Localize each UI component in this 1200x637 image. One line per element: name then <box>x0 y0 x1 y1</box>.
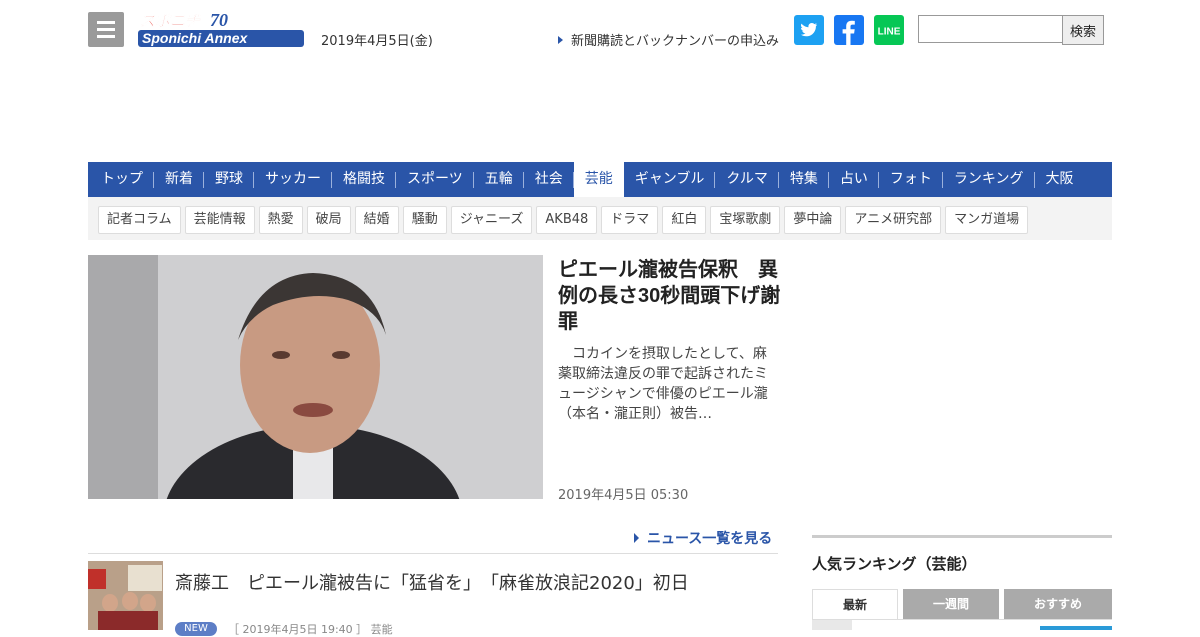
list-item-title[interactable]: 斎藤工 ピエール瀧被告に「猛省を」 「麻雀放浪記2020」初日 <box>175 569 689 595</box>
line-icon: LINE <box>878 27 901 38</box>
main-nav-list: トップ 新着 野球 サッカー 格闘技 スポーツ 五輪 社会 芸能 ギャンブル クルマ 特集 占い フォトラ… <box>88 162 1112 197</box>
nav-item[interactable]: 特集 <box>779 162 829 197</box>
menu-icon-bar <box>97 28 115 31</box>
feature-date: 2019年4月5日 05:30 <box>558 488 689 503</box>
subscribe-link[interactable]: 新聞購読とバックナンバーの申込み <box>558 30 779 49</box>
subnav-item[interactable]: 騒動 <box>402 206 447 234</box>
nav-item[interactable]: 五輪 <box>474 162 524 197</box>
subnav-item[interactable]: 宝塚歌劇 <box>710 206 781 234</box>
subnav-item[interactable]: 夢中論 <box>784 206 842 234</box>
ranking-item-thumbnail[interactable] <box>1040 626 1112 630</box>
nav-item[interactable]: 大阪 <box>1035 162 1085 197</box>
nav-item[interactable]: クルマ <box>715 162 779 197</box>
nav-item[interactable]: 芸能 <box>573 162 624 197</box>
feature-summary: コカインを摂取したとして、麻薬取締法違反の罪で起訴されたミュージシャンで俳優のピ… <box>558 346 768 422</box>
facebook-button[interactable] <box>834 15 864 45</box>
ranking-title: 人気ランキング（芸能） <box>812 555 977 573</box>
nav-item[interactable]: 占い <box>829 162 879 197</box>
main-nav: トップ 新着 野球 サッカー 格闘技 スポーツ 五輪 社会 芸能 ギャンブル クルマ 特集 占い フォトラ… <box>88 162 1112 197</box>
nav-item[interactable]: ランキング <box>943 162 1035 197</box>
twitter-icon <box>801 23 817 37</box>
subnav-item[interactable]: 破局 <box>306 206 351 234</box>
nav-item[interactable]: トップ <box>90 162 154 197</box>
twitter-button[interactable] <box>794 15 824 45</box>
nav-item[interactable]: 社会 <box>524 162 574 197</box>
logo-text-jp: スポニチ <box>140 12 201 30</box>
menu-button[interactable] <box>88 12 124 47</box>
ranking-tab-latest[interactable]: 最新 <box>812 589 898 620</box>
ranking-top-border <box>812 535 1112 538</box>
subnav-item[interactable]: AKB48 <box>536 206 598 234</box>
nav-item[interactable]: スポーツ <box>396 162 474 197</box>
triangle-right-icon <box>634 533 639 543</box>
triangle-right-icon <box>558 36 563 44</box>
list-item-thumbnail-graphic <box>88 561 163 630</box>
facebook-icon <box>842 20 855 45</box>
search-input[interactable] <box>918 15 1064 43</box>
nav-item[interactable]: 格闘技 <box>332 162 396 197</box>
subnav-item[interactable]: 記者コラム <box>98 206 181 234</box>
header-date: 2019年4月5日(金) <box>321 34 433 49</box>
subnav-item[interactable]: 芸能情報 <box>184 206 255 234</box>
subnav-item[interactable]: 紅白 <box>662 206 707 234</box>
feature-photo[interactable] <box>88 255 543 499</box>
nav-item[interactable]: 野球 <box>204 162 254 197</box>
logo-badge: 70 <box>210 10 228 30</box>
nav-item[interactable]: フォト <box>879 162 943 197</box>
logo-text-en: Sponichi Annex <box>142 30 248 46</box>
subnav-item[interactable]: 熱愛 <box>258 206 303 234</box>
logo-graphic: スポニチ 70 Sponichi Annex <box>138 10 304 47</box>
ranking-item-thumbnail[interactable] <box>812 620 852 630</box>
search-button[interactable]: 検索 <box>1062 15 1104 45</box>
nav-item[interactable]: サッカー <box>254 162 332 197</box>
subscribe-link-label: 新聞購読とバックナンバーの申込み <box>571 34 780 49</box>
new-badge: NEW <box>175 622 217 636</box>
nav-item[interactable]: 新着 <box>154 162 204 197</box>
subnav-item[interactable]: ドラマ <box>601 206 659 234</box>
feature-photo-graphic <box>88 255 543 499</box>
ranking-tab-recommend[interactable]: おすすめ <box>1004 589 1112 619</box>
ranking-divider <box>812 619 1112 620</box>
svg-text:LINE: LINE <box>878 27 901 38</box>
subnav-item[interactable]: アニメ研究部 <box>845 206 942 234</box>
sub-nav: 記者コラム 芸能情報 熱愛 破局 結婚 騒動 ジャニーズ AKB48 ドラマ 紅白 宝塚歌劇 夢中論ア… <box>88 197 1112 240</box>
news-list-link-label: ニュース一覧を見る <box>647 531 773 547</box>
menu-icon-bar <box>97 21 115 24</box>
ranking-tab-week[interactable]: 一週間 <box>903 589 999 619</box>
site-logo[interactable]: スポニチ 70 Sponichi Annex <box>136 8 308 52</box>
subnav-item[interactable]: 結婚 <box>354 206 399 234</box>
divider <box>88 553 778 554</box>
news-list-link[interactable]: ニュース一覧を見る <box>634 528 772 548</box>
list-item-meta: ［ 2019年4月5日 19:40 ］ 芸能 <box>228 623 393 636</box>
nav-item[interactable]: ギャンブル <box>624 162 716 197</box>
line-button[interactable]: LINE <box>874 15 904 45</box>
feature-title[interactable]: ピエール瀧被告保釈 異例の長さ30秒間頭下げ謝罪 <box>558 257 783 335</box>
sub-nav-list: 記者コラム 芸能情報 熱愛 破局 結婚 騒動 ジャニーズ AKB48 ドラマ 紅白 宝塚歌劇 夢中論ア… <box>88 197 1112 234</box>
subnav-item[interactable]: ジャニーズ <box>450 206 533 234</box>
menu-icon-bar <box>97 35 115 38</box>
list-item-thumbnail[interactable] <box>88 561 163 630</box>
subnav-item[interactable]: マンガ道場 <box>945 206 1029 234</box>
